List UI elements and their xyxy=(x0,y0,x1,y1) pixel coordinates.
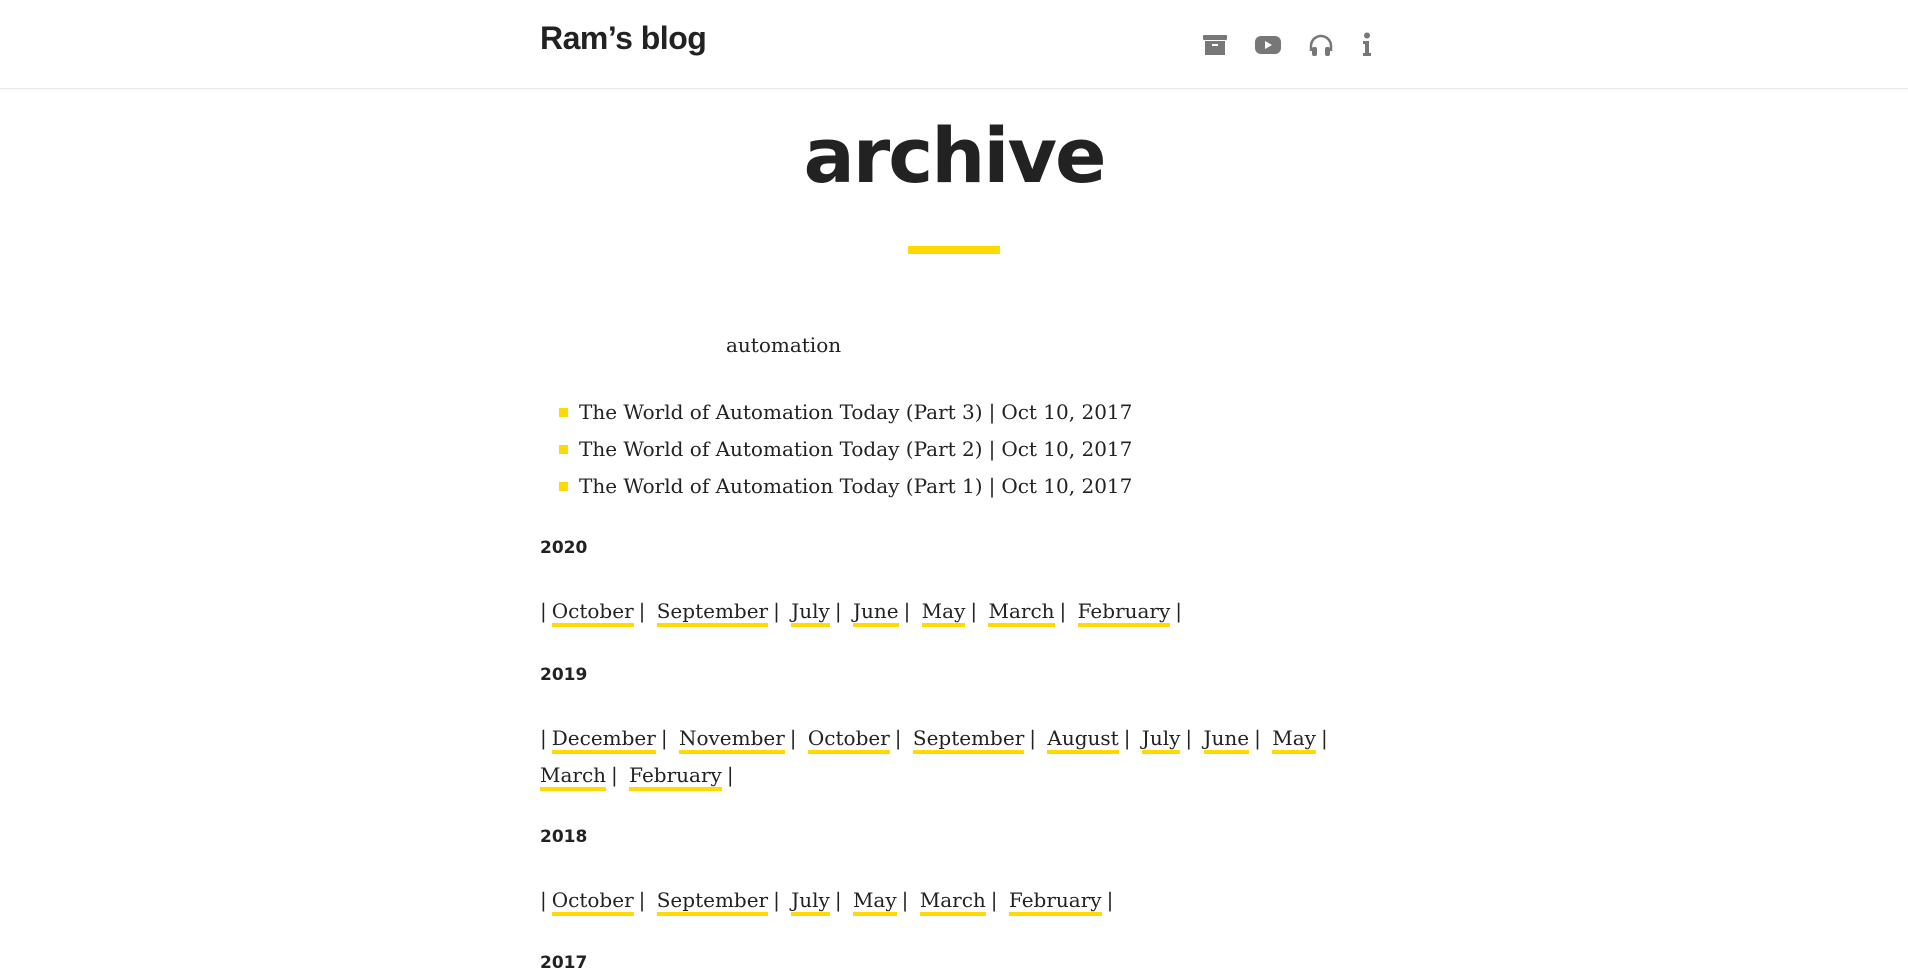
separator: | xyxy=(773,599,780,623)
post-link[interactable]: The World of Automation Today (Part 3) xyxy=(579,400,983,424)
post-list-item: The World of Automation Today (Part 2) | O… xyxy=(555,434,1132,471)
month-link-october-2020[interactable]: October xyxy=(551,599,634,627)
month-link-may-2019[interactable]: May xyxy=(1272,726,1316,754)
separator: | xyxy=(660,726,668,750)
post-list-item: The World of Automation Today (Part 1) | O… xyxy=(555,471,1132,508)
separator: | xyxy=(789,726,797,750)
month-link-february-2020[interactable]: February xyxy=(1077,599,1171,627)
post-link[interactable]: The World of Automation Today (Part 2) xyxy=(579,437,983,461)
month-link-july-2020[interactable]: July xyxy=(791,599,830,627)
separator: | xyxy=(638,888,646,912)
month-link-june-2019[interactable]: June xyxy=(1203,726,1250,754)
tag-label: automation xyxy=(726,333,842,357)
month-link-september-2019[interactable]: September xyxy=(912,726,1025,754)
separator: | xyxy=(988,474,996,498)
separator: | xyxy=(988,437,996,461)
post-date: Oct 10, 2017 xyxy=(1001,437,1133,461)
month-link-october-2018[interactable]: October xyxy=(551,888,634,916)
separator: | xyxy=(1029,726,1037,750)
month-link-june-2020[interactable]: June xyxy=(852,599,899,627)
title-underline-accent xyxy=(908,246,1000,254)
page-title: archive xyxy=(803,111,1106,200)
separator: | xyxy=(611,763,618,787)
month-link-september-2018[interactable]: September xyxy=(656,888,769,916)
separator: | xyxy=(1175,599,1183,623)
bullet-icon xyxy=(559,445,568,454)
year-heading-2017: 2017 xyxy=(540,953,588,973)
post-link[interactable]: The World of Automation Today (Part 1) xyxy=(579,474,983,498)
month-links-2018: | October | September | July | May | March | F… xyxy=(540,882,1340,919)
post-date: Oct 10, 2017 xyxy=(1001,474,1133,498)
month-link-july-2018[interactable]: July xyxy=(791,888,830,916)
site-title-link[interactable]: Ram’s blog xyxy=(540,20,707,57)
month-link-december-2019[interactable]: December xyxy=(551,726,656,754)
separator: | xyxy=(988,400,996,424)
post-date: Oct 10, 2017 xyxy=(1001,400,1133,424)
year-heading-2019: 2019 xyxy=(540,665,588,685)
separator: | xyxy=(1254,726,1261,750)
separator: | xyxy=(773,888,780,912)
month-link-september-2020[interactable]: September xyxy=(656,599,769,627)
month-link-july-2019[interactable]: July xyxy=(1141,726,1181,754)
separator: | xyxy=(990,888,998,912)
headphones-icon[interactable] xyxy=(1306,30,1336,60)
separator: | xyxy=(903,599,911,623)
year-heading-2018: 2018 xyxy=(540,827,588,847)
month-links-2019: | December | November | October | September |… xyxy=(540,720,1340,794)
month-link-march-2019[interactable]: March xyxy=(540,763,607,791)
separator: | xyxy=(901,888,909,912)
month-link-march-2020[interactable]: March xyxy=(988,599,1055,627)
month-link-may-2020[interactable]: May xyxy=(921,599,966,627)
month-link-february-2019[interactable]: February xyxy=(629,763,722,791)
month-link-may-2018[interactable]: May xyxy=(852,888,897,916)
separator: | xyxy=(834,599,842,623)
separator: | xyxy=(726,763,734,787)
archive-icon[interactable] xyxy=(1200,30,1230,60)
separator: | xyxy=(834,888,842,912)
separator: | xyxy=(1059,599,1067,623)
bullet-icon xyxy=(559,408,568,417)
year-heading-2020: 2020 xyxy=(540,538,588,558)
separator: | xyxy=(540,599,547,623)
separator: | xyxy=(540,726,547,750)
month-link-march-2018[interactable]: March xyxy=(919,888,986,916)
site-header: Ram’s blog xyxy=(0,0,1908,89)
month-link-november-2019[interactable]: November xyxy=(678,726,785,754)
separator: | xyxy=(638,599,646,623)
month-link-february-2018[interactable]: February xyxy=(1008,888,1102,916)
separator: | xyxy=(1320,726,1328,750)
separator: | xyxy=(540,888,547,912)
bullet-icon xyxy=(559,482,568,491)
post-list-item: The World of Automation Today (Part 3) | O… xyxy=(555,397,1132,434)
separator: | xyxy=(1123,726,1131,750)
separator: | xyxy=(1106,888,1114,912)
month-links-2020: | October | September | July | June | May | Ma… xyxy=(540,593,1340,630)
tag-post-list: The World of Automation Today (Part 3) | O… xyxy=(555,397,1132,508)
month-link-october-2019[interactable]: October xyxy=(807,726,890,754)
separator: | xyxy=(1185,726,1193,750)
youtube-icon[interactable] xyxy=(1253,30,1283,60)
separator: | xyxy=(894,726,902,750)
info-icon[interactable] xyxy=(1352,30,1382,60)
month-link-august-2019[interactable]: August xyxy=(1047,726,1119,754)
separator: | xyxy=(970,599,978,623)
